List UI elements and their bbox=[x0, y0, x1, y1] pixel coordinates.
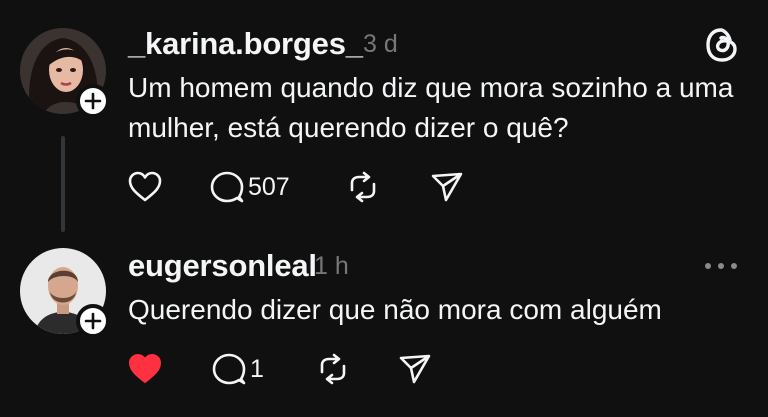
heart-icon bbox=[129, 354, 161, 383]
share-button[interactable] bbox=[398, 352, 432, 386]
post-text: Querendo dizer que não mora com alguém bbox=[128, 294, 662, 325]
repost-icon bbox=[320, 353, 346, 385]
repost-button[interactable] bbox=[346, 170, 430, 204]
plus-icon bbox=[84, 92, 102, 110]
follow-button[interactable] bbox=[76, 304, 110, 338]
repost-button[interactable] bbox=[316, 352, 398, 386]
share-button[interactable] bbox=[430, 170, 464, 204]
repost-icon bbox=[350, 171, 376, 203]
reply-post: eugersonleal 1 h Querendo dizer que não … bbox=[0, 236, 768, 417]
follow-button[interactable] bbox=[76, 84, 110, 118]
more-options-icon[interactable] bbox=[704, 258, 738, 276]
reply-button[interactable]: 507 bbox=[210, 170, 346, 204]
like-button[interactable] bbox=[128, 171, 210, 203]
reply-icon bbox=[210, 171, 244, 203]
post-timestamp: 1 h bbox=[314, 252, 349, 280]
threads-logo-icon[interactable] bbox=[704, 26, 740, 69]
heart-icon bbox=[128, 171, 162, 202]
share-icon bbox=[431, 172, 463, 202]
author-avatar-wrapper[interactable] bbox=[20, 248, 110, 338]
author-username[interactable]: _karina.borges_ bbox=[128, 26, 363, 62]
author-avatar-wrapper[interactable] bbox=[20, 28, 110, 118]
reply-icon bbox=[212, 353, 246, 385]
like-button[interactable] bbox=[128, 353, 212, 385]
share-icon bbox=[399, 354, 431, 384]
original-post: _karina.borges_ 3 d Um homem quando diz … bbox=[0, 0, 768, 236]
post-actions: 507 bbox=[128, 170, 464, 204]
reply-button[interactable]: 1 bbox=[212, 352, 316, 386]
author-username[interactable]: eugersonleal bbox=[128, 248, 317, 284]
post-text: Um homem quando diz que mora sozinho a u… bbox=[128, 72, 734, 143]
thread-connector-line bbox=[61, 136, 65, 232]
plus-icon bbox=[84, 312, 102, 330]
reply-count: 507 bbox=[248, 172, 290, 201]
post-timestamp: 3 d bbox=[363, 30, 398, 58]
post-actions: 1 bbox=[128, 352, 432, 386]
reply-count: 1 bbox=[250, 354, 264, 383]
